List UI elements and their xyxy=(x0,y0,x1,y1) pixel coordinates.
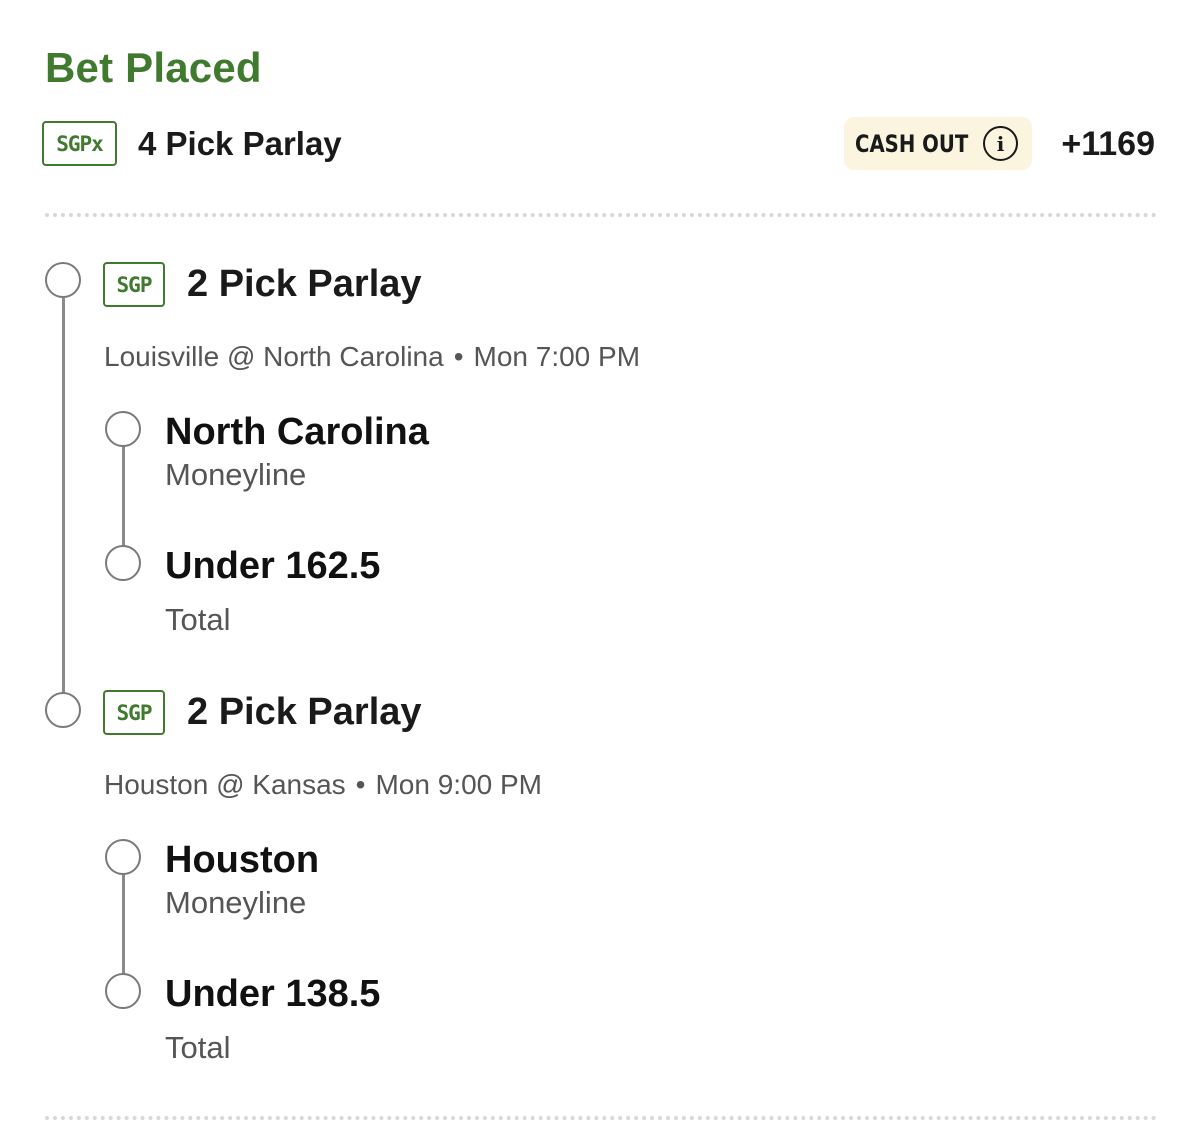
leg-title: 2 Pick Parlay xyxy=(187,691,422,733)
leg-matchup: Louisville @ North Carolina • Mon 7:00 PM xyxy=(104,339,640,375)
inner-timeline-line xyxy=(122,446,125,546)
pick-node xyxy=(105,411,141,447)
pick-node xyxy=(105,839,141,875)
leg-node xyxy=(45,692,81,728)
cash-out-label: CASH OUT xyxy=(855,129,969,158)
cash-out-button[interactable]: CASH OUT i xyxy=(844,117,1032,170)
leg-node xyxy=(45,262,81,298)
game-time: Mon 7:00 PM xyxy=(473,341,641,372)
pick-market: Moneyline xyxy=(165,885,307,920)
inner-timeline-line xyxy=(122,874,125,974)
parlay-odds: +1169 xyxy=(1061,125,1155,163)
sgpx-badge: SGPx xyxy=(42,121,117,166)
matchup-teams: Louisville @ North Carolina xyxy=(104,341,444,372)
outer-timeline-line xyxy=(62,298,65,694)
game-time: Mon 9:00 PM xyxy=(375,769,543,800)
pick-market: Moneyline xyxy=(165,457,307,492)
divider xyxy=(45,213,1157,217)
separator-dot: • xyxy=(453,341,464,372)
bet-status-title: Bet Placed xyxy=(45,44,262,91)
pick-name: North Carolina xyxy=(165,411,429,453)
separator-dot: • xyxy=(355,769,366,800)
pick-node xyxy=(105,545,141,581)
pick-name: Houston xyxy=(165,839,320,881)
pick-node xyxy=(105,973,141,1009)
sgp-badge: SGP xyxy=(103,262,165,307)
pick-name: Under 162.5 xyxy=(165,545,381,587)
parlay-title: 4 Pick Parlay xyxy=(138,125,342,162)
divider xyxy=(45,1116,1157,1120)
pick-market: Total xyxy=(165,1030,231,1065)
info-icon[interactable]: i xyxy=(983,126,1018,161)
pick-market: Total xyxy=(165,602,231,637)
matchup-teams: Houston @ Kansas xyxy=(104,769,346,800)
pick-name: Under 138.5 xyxy=(165,973,381,1015)
leg-title: 2 Pick Parlay xyxy=(187,263,422,305)
leg-matchup: Houston @ Kansas • Mon 9:00 PM xyxy=(104,767,542,803)
sgp-badge: SGP xyxy=(103,690,165,735)
